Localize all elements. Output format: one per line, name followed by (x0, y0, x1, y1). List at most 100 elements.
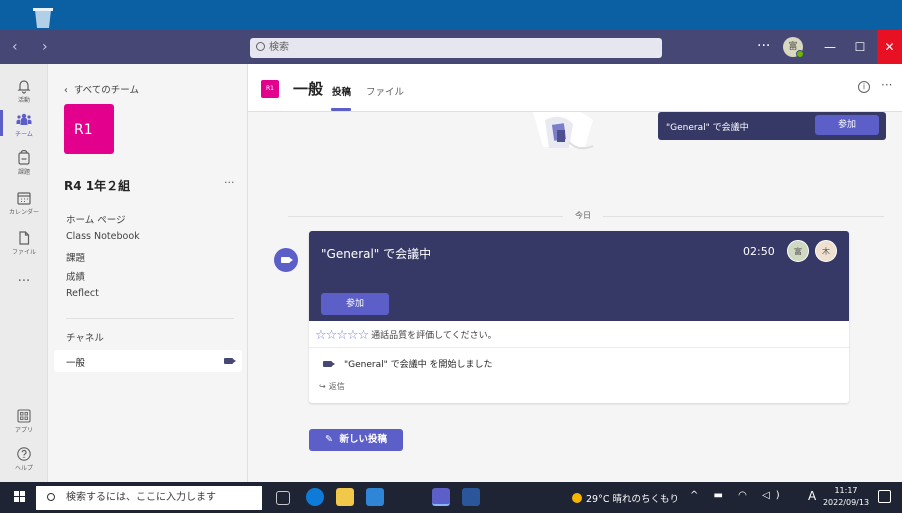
back-label: すべてのチーム (73, 85, 140, 96)
clock-time: 11:17 (834, 486, 858, 495)
meeting-avatar (274, 248, 298, 272)
team-link-home[interactable]: ホーム ページ (66, 212, 140, 231)
meeting-started-message: "General" で会議中 を開始しました (323, 357, 492, 370)
system-tray-icons[interactable]: ^ ▬ ◠ ◁) (690, 490, 786, 501)
meeting-started-text: "General" で会議中 を開始しました (344, 360, 493, 370)
presence-available-icon (796, 50, 804, 58)
taskbar-clock[interactable]: 11:17 2022/09/13 (822, 485, 870, 509)
taskbar-search-input[interactable]: 検索するには、ここに入力します (36, 486, 262, 510)
active-meeting-banner: "General" で会議中 参加 (658, 112, 886, 140)
teams-app-icon[interactable] (432, 488, 450, 506)
team-avatar: R1 (64, 104, 114, 154)
search-input[interactable]: 検索 (250, 38, 662, 58)
channel-team-badge: R1 (261, 80, 279, 98)
video-camera-icon (281, 257, 293, 263)
search-icon (256, 42, 265, 51)
banner-join-button[interactable]: 参加 (815, 115, 879, 135)
channel-header: R1 一般 投稿 ファイル i ··· (248, 64, 902, 112)
help-icon (17, 447, 31, 461)
channels-heading: チャネル (66, 333, 104, 344)
participant-avatar[interactable]: 木 (815, 240, 837, 262)
clock-date: 2022/09/13 (822, 498, 870, 507)
title-bar: ‹ › 検索 ··· 富 — ☐ ✕ (0, 30, 902, 64)
weather-text: 29°C 晴れのちくもり (586, 494, 679, 505)
windows-start-icon[interactable] (14, 491, 26, 503)
assignments-icon (18, 150, 30, 165)
illustration-image (533, 112, 594, 150)
tab-files[interactable]: ファイル (366, 84, 404, 98)
compose-icon: ✎ (324, 434, 340, 445)
join-meeting-button[interactable]: 参加 (321, 293, 389, 315)
team-link-assignments[interactable]: 課題 (66, 250, 140, 269)
chevron-left-icon: ‹ (64, 85, 74, 96)
store-icon[interactable] (366, 488, 384, 506)
meeting-duration: 02:50 (743, 245, 775, 258)
file-icon (19, 231, 30, 245)
weather-widget[interactable]: 29°C 晴れのちくもり (572, 491, 679, 505)
channel-item-general[interactable]: 一般 (54, 350, 242, 372)
message-feed: "General" で会議中 参加 今日 "General" で会議中 02:5… (248, 112, 902, 482)
team-more-icon[interactable]: ··· (224, 176, 235, 189)
taskbar-search-placeholder: 検索するには、ここに入力します (66, 492, 216, 503)
history-nav-icon[interactable]: ‹ › (12, 39, 58, 55)
new-post-button[interactable]: ✎ 新しい投稿 (309, 429, 403, 451)
task-view-icon[interactable] (276, 491, 290, 505)
meeting-title: "General" で会議中 (321, 247, 432, 261)
calendar-icon (17, 192, 31, 205)
new-post-label: 新しい投稿 (339, 434, 388, 445)
profile-avatar[interactable]: 富 (783, 37, 804, 58)
maximize-button[interactable]: ☐ (845, 30, 875, 64)
header-more-icon[interactable]: ··· (881, 78, 892, 92)
rail-files[interactable]: ファイル (0, 230, 48, 256)
search-placeholder: 検索 (269, 42, 289, 53)
meeting-card: "General" で会議中 02:50 富 木 参加 ☆☆☆☆☆ 通話品質を評… (309, 231, 849, 403)
rail-assignments[interactable]: 課題 (0, 150, 48, 176)
call-quality-rating: ☆☆☆☆☆ 通話品質を評価してください。 (315, 328, 497, 343)
divider (309, 347, 849, 348)
more-icon: ··· (17, 274, 31, 289)
close-button[interactable]: ✕ (877, 30, 902, 64)
team-link-class-notebook[interactable]: Class Notebook (66, 231, 140, 250)
team-link-reflect[interactable]: Reflect (66, 288, 140, 307)
meeting-card-banner: "General" で会議中 02:50 富 木 参加 (309, 231, 849, 321)
team-link-grades[interactable]: 成績 (66, 269, 140, 288)
search-icon (47, 493, 55, 501)
info-icon[interactable]: i (858, 81, 870, 93)
active-tab-indicator (331, 108, 351, 111)
divider (66, 318, 234, 319)
ime-indicator[interactable]: A (808, 489, 816, 503)
rail-activity[interactable]: 活動 (0, 78, 48, 104)
more-options-icon[interactable]: ··· (757, 38, 770, 54)
rail-label: アプリ (14, 427, 33, 434)
rail-help[interactable]: ヘルプ (0, 446, 48, 472)
recycle-bin-icon[interactable] (28, 6, 58, 30)
channel-title: 一般 (293, 80, 324, 98)
rating-prompt: 通話品質を評価してください。 (371, 331, 497, 341)
star-rating-icon[interactable]: ☆☆☆☆☆ (315, 328, 369, 343)
word-app-icon[interactable] (462, 488, 480, 506)
weather-icon (572, 493, 582, 503)
date-divider-label: 今日 (563, 210, 603, 221)
reply-button[interactable]: ↩ 返信 (319, 381, 345, 392)
back-to-all-teams[interactable]: ‹ すべてのチーム (64, 82, 139, 96)
apps-icon (17, 409, 31, 423)
notification-center-icon[interactable] (878, 490, 891, 503)
tab-posts[interactable]: 投稿 (332, 84, 351, 98)
participant-avatar[interactable]: 富 (787, 240, 809, 262)
reply-label: 返信 (328, 382, 345, 391)
banner-meeting-title: "General" で会議中 (666, 123, 749, 133)
rail-teams[interactable]: チーム (0, 110, 48, 138)
team-name: R4 1年２組 (64, 179, 131, 193)
minimize-button[interactable]: — (815, 30, 845, 64)
rail-more[interactable]: ··· (0, 274, 48, 289)
rail-label: 活動 (17, 97, 30, 104)
app-rail: 活動 チーム 課題 カレンダー ファイル ··· アプリ ヘルプ (0, 64, 48, 482)
team-panel: ‹ すべてのチーム R1 R4 1年２組 ··· ホーム ページ Class N… (48, 64, 248, 482)
rail-apps[interactable]: アプリ (0, 408, 48, 434)
teams-icon (16, 113, 32, 125)
channel-label: 一般 (66, 358, 86, 369)
file-explorer-icon[interactable] (336, 488, 354, 506)
rail-calendar[interactable]: カレンダー (0, 190, 48, 216)
reply-arrow-icon: ↩ (319, 382, 326, 391)
edge-browser-icon[interactable] (306, 488, 324, 506)
